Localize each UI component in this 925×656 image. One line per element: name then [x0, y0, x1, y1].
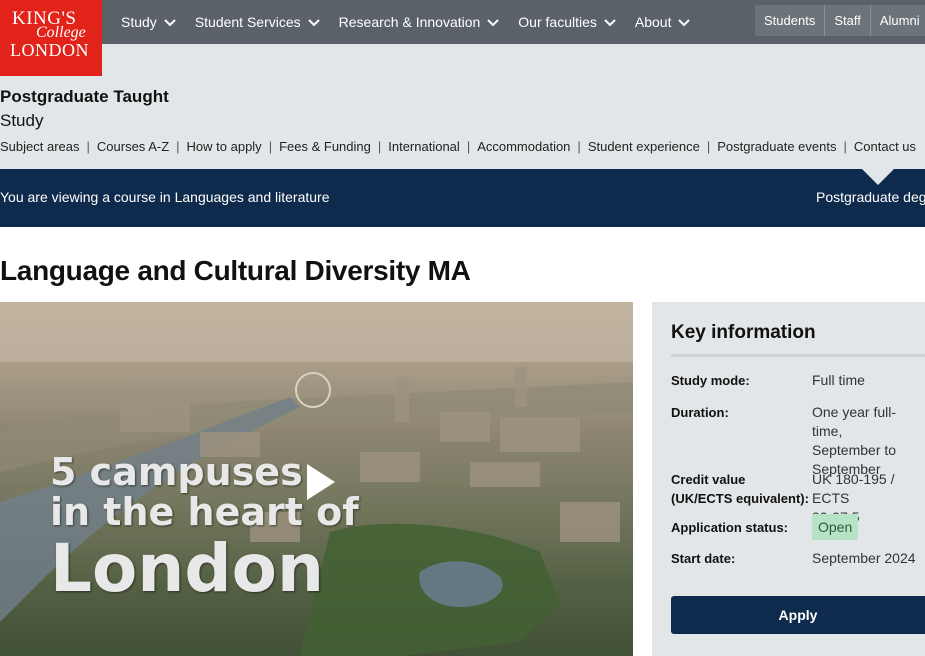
nav-research-innovation[interactable]: Research & Innovation	[339, 14, 500, 30]
application-status-label: Application status:	[671, 520, 789, 535]
subnav-contact-us[interactable]: Contact us	[854, 139, 916, 154]
kings-college-logo[interactable]: KING'S College LONDON	[0, 0, 102, 76]
subnav-fees-funding[interactable]: Fees & Funding	[279, 139, 371, 154]
section-title: Postgraduate Taught	[0, 87, 169, 106]
subnav-how-to-apply[interactable]: How to apply	[187, 139, 262, 154]
course-video[interactable]: 5 campuses in the heart of London	[0, 302, 633, 656]
study-mode-value: Full time	[812, 372, 865, 388]
subnav-separator: |	[706, 139, 711, 154]
course-context-banner: You are viewing a course in Languages an…	[0, 169, 925, 227]
subnav-accommodation[interactable]: Accommodation	[477, 139, 570, 154]
apply-button[interactable]: Apply	[671, 596, 925, 634]
audience-links: Students Staff Alumni	[755, 5, 925, 36]
play-icon[interactable]	[303, 462, 339, 502]
nav-faculties-label: Our faculties	[518, 14, 597, 30]
duration-label: Duration:	[671, 405, 729, 420]
credit-value-line: UK 180-195 / ECTS	[812, 471, 895, 506]
page-title: Language and Cultural Diversity MA	[0, 255, 471, 286]
credit-value-label: Credit value (UK/ECTS equivalent):	[671, 470, 809, 508]
credit-label-line: (UK/ECTS equivalent):	[671, 491, 809, 506]
duration-line: September to	[812, 442, 897, 458]
key-info-divider	[671, 354, 925, 357]
nav-study-label: Study	[121, 14, 157, 30]
logo-line-3: LONDON	[10, 40, 89, 60]
nav-study[interactable]: Study	[121, 14, 176, 30]
caption-line-3: London	[50, 530, 324, 607]
study-mode-label: Study mode:	[671, 373, 750, 388]
credit-label-line: Credit value	[671, 472, 746, 487]
subnav-student-experience[interactable]: Student experience	[588, 139, 700, 154]
nav-about-label: About	[634, 14, 672, 30]
subnav-postgraduate-events[interactable]: Postgraduate events	[717, 139, 836, 154]
nav-our-faculties[interactable]: Our faculties	[518, 14, 616, 30]
duration-value: One year full-time, September to Septemb…	[812, 403, 925, 479]
subnav-separator: |	[377, 139, 382, 154]
subnav-separator: |	[466, 139, 471, 154]
banner-degree-link[interactable]: Postgraduate degr	[816, 189, 925, 205]
chevron-down-icon	[487, 14, 500, 30]
chevron-down-icon	[678, 14, 691, 30]
start-date-value: September 2024	[812, 550, 916, 566]
start-date-label: Start date:	[671, 551, 736, 566]
staff-link[interactable]: Staff	[825, 5, 871, 36]
section-subtitle: Study	[0, 111, 44, 130]
key-information-panel: Key information Study mode: Full time Du…	[652, 302, 925, 656]
subnav-separator: |	[843, 139, 847, 154]
banner-course-context: You are viewing a course in Languages an…	[0, 189, 330, 205]
duration-line: One year full-time,	[812, 404, 897, 439]
subnav-subject-areas[interactable]: Subject areas	[0, 139, 80, 154]
subnav-courses-az[interactable]: Courses A-Z	[97, 139, 169, 154]
application-status-value: Open	[812, 514, 859, 540]
status-badge: Open	[812, 514, 859, 540]
students-link[interactable]: Students	[755, 5, 826, 36]
nav-about[interactable]: About	[635, 14, 691, 30]
nav-research-label: Research & Innovation	[338, 14, 481, 30]
main-menu: Study Student Services Research & Innova…	[121, 0, 709, 44]
section-subnav: Subject areas | Courses A-Z | How to apply…	[0, 139, 916, 154]
banner-notch	[862, 169, 894, 185]
subnav-separator: |	[577, 139, 581, 154]
chevron-down-icon	[164, 14, 176, 30]
subnav-separator: |	[86, 139, 90, 154]
subnav-separator: |	[268, 139, 273, 154]
top-navigation: Study Student Services Research & Innova…	[0, 0, 925, 44]
subnav-international[interactable]: International	[388, 139, 460, 154]
key-info-title: Key information	[671, 322, 816, 343]
nav-student-services-label: Student Services	[194, 14, 301, 30]
alumni-link[interactable]: Alumni	[871, 5, 925, 36]
chevron-down-icon	[604, 14, 616, 30]
nav-student-services[interactable]: Student Services	[195, 14, 320, 30]
chevron-down-icon	[307, 14, 320, 30]
subnav-separator: |	[176, 139, 180, 154]
